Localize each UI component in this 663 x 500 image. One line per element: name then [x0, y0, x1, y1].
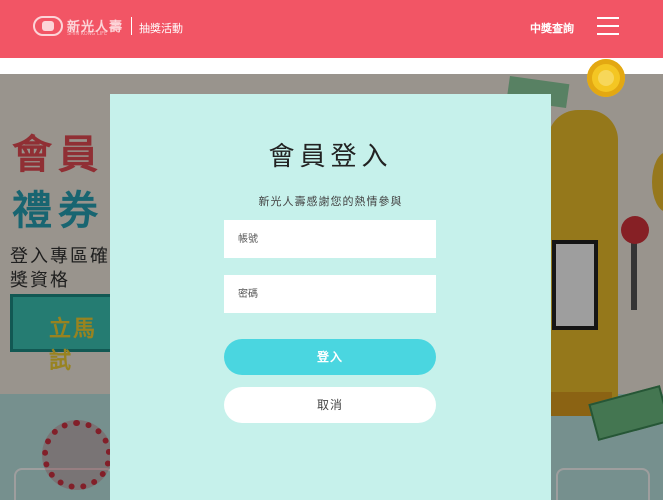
cancel-button[interactable]: 取消: [224, 387, 436, 423]
winner-query-link[interactable]: 中獎查詢: [530, 20, 574, 36]
logo-mark-icon: [33, 16, 63, 36]
modal-title: 會員登入: [268, 142, 393, 172]
logo[interactable]: 新光人壽 SHIN KONG LIFE: [33, 14, 123, 38]
login-modal: 會員登入 新光人壽感謝您的熱情參與 登入 取消: [110, 94, 551, 500]
logo-subtext: SHIN KONG LIFE: [67, 31, 108, 37]
password-input[interactable]: [224, 275, 436, 313]
modal-subtitle: 新光人壽感謝您的熱情參與: [258, 195, 403, 208]
login-button[interactable]: 登入: [224, 339, 436, 375]
header-divider: [131, 17, 132, 35]
hamburger-menu-icon[interactable]: [597, 17, 619, 35]
account-input[interactable]: [224, 220, 436, 258]
header-title[interactable]: 抽獎活動: [139, 20, 183, 36]
header-strip: [0, 58, 663, 74]
coin-icon: [587, 59, 625, 97]
top-header: 新光人壽 SHIN KONG LIFE 抽獎活動 中獎查詢: [0, 0, 663, 58]
